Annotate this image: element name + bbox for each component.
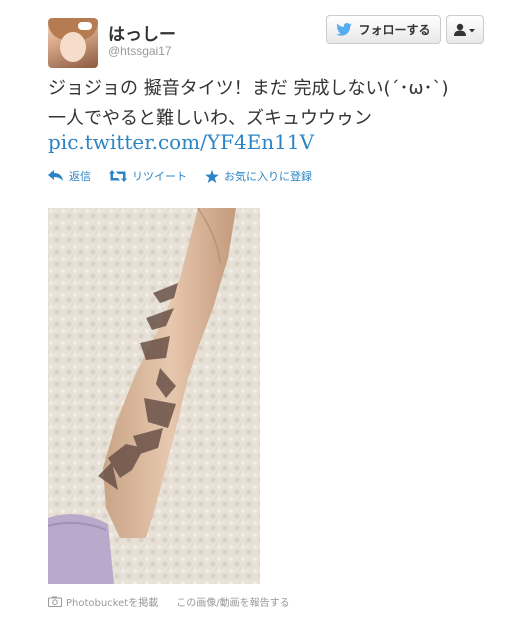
tweet-pic-link[interactable]: pic.twitter.com/YF4En11V <box>48 130 314 154</box>
tweet-text-line-1: ジョジョの 擬音タイツ！まだ 完成しない(´･ω･`) <box>48 78 449 99</box>
favorite-action[interactable]: お気に入りに登録 <box>205 168 312 184</box>
tweet-actions: 返信 リツイート お気に入りに登録 <box>48 168 312 184</box>
person-dropdown-icon <box>454 23 475 36</box>
leg-tights-photo <box>48 208 260 584</box>
user-handle[interactable]: @htssgai17 <box>108 44 172 58</box>
photo-footer: Photobucketを掲載 この画像/動画を報告する <box>48 594 290 609</box>
tweet-photo[interactable] <box>48 208 260 584</box>
user-actions-button[interactable] <box>446 15 484 44</box>
reply-label: 返信 <box>69 170 91 183</box>
avatar[interactable] <box>48 18 98 68</box>
follow-button[interactable]: フォローする <box>326 15 441 44</box>
avatar-bow <box>78 22 92 30</box>
photo-source-label: Photobucketを掲載 <box>66 598 159 609</box>
twitter-bird-icon <box>336 23 353 36</box>
photo-source-link[interactable]: Photobucketを掲載 <box>48 594 158 609</box>
favorite-label: お気に入りに登録 <box>224 170 312 183</box>
reply-action[interactable]: 返信 <box>48 168 91 184</box>
tweet-card: はっしー @htssgai17 フォローする ジョジョの 擬音タイツ！まだ 完成… <box>0 0 532 618</box>
retweet-icon <box>109 170 127 182</box>
retweet-label: リツイート <box>132 170 187 183</box>
camera-icon <box>48 596 62 607</box>
star-icon <box>205 169 219 183</box>
report-media-label: この画像/動画を報告する <box>176 598 290 609</box>
retweet-action[interactable]: リツイート <box>109 168 187 184</box>
reply-arrow-icon <box>48 170 63 181</box>
user-name[interactable]: はっしー <box>108 20 176 45</box>
tweet-text: ジョジョの 擬音タイツ！まだ 完成しない(´･ω･`) 一人でやると難しいわ、ズ… <box>48 74 478 134</box>
avatar-face <box>60 32 86 62</box>
follow-button-label: フォローする <box>358 23 431 37</box>
report-media-link[interactable]: この画像/動画を報告する <box>176 594 289 609</box>
